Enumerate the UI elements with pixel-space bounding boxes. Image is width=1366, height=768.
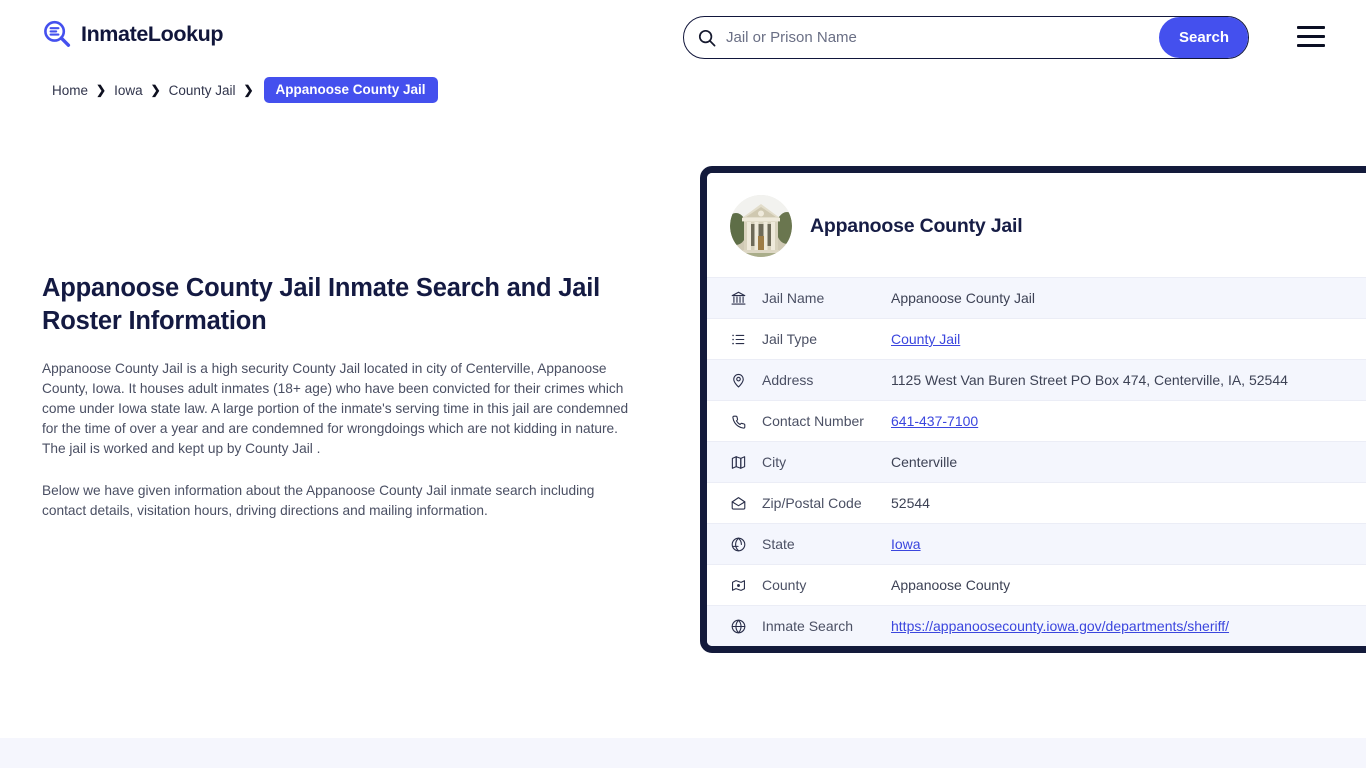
chevron-right-icon: ❯ bbox=[150, 83, 161, 97]
row-label: City bbox=[762, 454, 787, 470]
row-label: Inmate Search bbox=[762, 618, 854, 634]
breadcrumb: Home ❯ Iowa ❯ County Jail ❯ Appanoose Co… bbox=[52, 77, 438, 103]
search-icon bbox=[698, 29, 716, 47]
search-bar[interactable]: Search bbox=[683, 16, 1249, 59]
row-value: Appanoose County Jail bbox=[891, 290, 1035, 306]
breadcrumb-item-iowa[interactable]: Iowa bbox=[114, 83, 143, 98]
page-title: Appanoose County Jail Inmate Search and … bbox=[42, 274, 601, 335]
hamburger-bar bbox=[1297, 44, 1325, 47]
table-row: Jail Name Appanoose County Jail bbox=[707, 277, 1366, 318]
row-label: Contact Number bbox=[762, 413, 864, 429]
brand-name: InmateLookup bbox=[81, 21, 224, 46]
footer-band bbox=[0, 738, 1366, 768]
site-header: InmateLookup Search bbox=[0, 0, 1366, 74]
hamburger-bar bbox=[1297, 35, 1325, 38]
table-row: Address 1125 West Van Buren Street PO Bo… bbox=[707, 359, 1366, 400]
search-button[interactable]: Search bbox=[1159, 17, 1248, 58]
row-value: Appanoose County bbox=[891, 577, 1011, 593]
row-value: https://appanoosecounty.iowa.gov/departm… bbox=[891, 618, 1229, 634]
chevron-right-icon: ❯ bbox=[243, 83, 254, 97]
table-row: Zip/Postal Code 52544 bbox=[707, 482, 1366, 523]
table-row: County Appanoose County bbox=[707, 564, 1366, 605]
map-dot-icon bbox=[729, 576, 748, 595]
row-label: Address bbox=[762, 372, 814, 388]
jail-type-link[interactable]: County Jail bbox=[891, 331, 960, 347]
phone-icon bbox=[729, 412, 748, 431]
inmate-search-link[interactable]: https://appanoosecounty.iowa.gov/departm… bbox=[891, 618, 1229, 634]
card-title: Appanoose County Jail bbox=[810, 214, 1023, 237]
row-value: Centerville bbox=[891, 454, 958, 470]
magnifier-list-icon bbox=[42, 19, 72, 49]
table-row: State Iowa bbox=[707, 523, 1366, 564]
breadcrumb-item-home[interactable]: Home bbox=[52, 83, 88, 98]
envelope-open-icon bbox=[729, 494, 748, 513]
map-folded-icon bbox=[729, 453, 748, 472]
hamburger-bar bbox=[1297, 26, 1325, 29]
jail-info-card: Appanoose County Jail Jail Name Appanoos… bbox=[700, 166, 1366, 653]
map-pin-icon bbox=[729, 371, 748, 390]
table-row: Jail Type County Jail bbox=[707, 318, 1366, 359]
breadcrumb-item-current: Appanoose County Jail bbox=[263, 77, 438, 103]
brand-logo-link[interactable]: InmateLookup bbox=[42, 19, 224, 49]
row-label: Zip/Postal Code bbox=[762, 495, 862, 511]
hamburger-menu-icon[interactable] bbox=[1297, 26, 1325, 47]
row-value: 52544 bbox=[891, 495, 930, 511]
globe-grid-icon bbox=[729, 617, 748, 636]
main-content-column: Appanoose County Jail Inmate Search and … bbox=[42, 272, 634, 521]
row-label: Jail Name bbox=[762, 290, 825, 306]
row-label: State bbox=[762, 536, 795, 552]
card-header: Appanoose County Jail bbox=[707, 173, 1366, 277]
table-row: City Centerville bbox=[707, 441, 1366, 482]
contact-number-link[interactable]: 641-437-7100 bbox=[891, 413, 978, 429]
table-row: Contact Number 641-437-7100 bbox=[707, 400, 1366, 441]
chevron-right-icon: ❯ bbox=[96, 83, 107, 97]
search-input[interactable] bbox=[716, 17, 1159, 58]
list-icon bbox=[729, 330, 748, 349]
row-value: 1125 West Van Buren Street PO Box 474, C… bbox=[891, 372, 1288, 388]
state-link[interactable]: Iowa bbox=[891, 536, 921, 552]
table-row: Inmate Search https://appanoosecounty.io… bbox=[707, 605, 1366, 646]
description-paragraph-1: Appanoose County Jail is a high security… bbox=[42, 361, 629, 457]
row-label: Jail Type bbox=[762, 331, 817, 347]
courthouse-photo-avatar bbox=[730, 195, 792, 257]
description-paragraph-2: Below we have given information about th… bbox=[42, 483, 595, 519]
breadcrumb-item-county-jail[interactable]: County Jail bbox=[169, 83, 236, 98]
row-value: County Jail bbox=[891, 331, 960, 347]
globe-compass-icon bbox=[729, 535, 748, 554]
bank-landmark-icon bbox=[729, 289, 748, 308]
row-label: County bbox=[762, 577, 807, 593]
row-value: Iowa bbox=[891, 536, 921, 552]
row-value: 641-437-7100 bbox=[891, 413, 978, 429]
